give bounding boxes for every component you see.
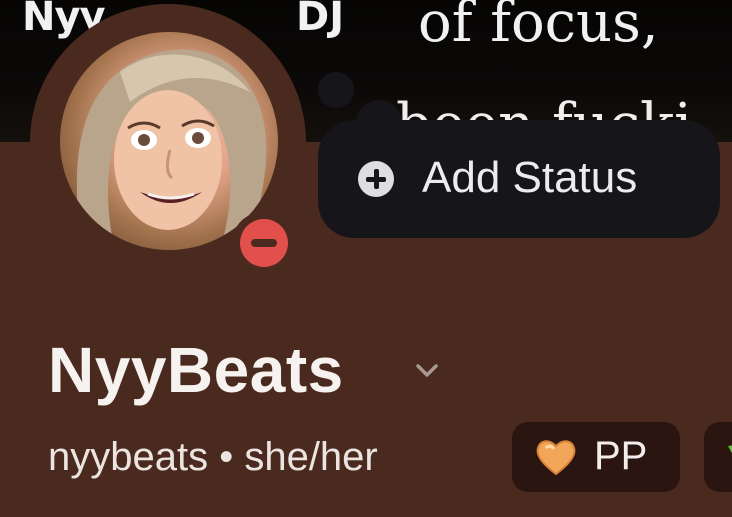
plus-circle-icon bbox=[358, 161, 394, 197]
thought-bubble-small bbox=[318, 72, 354, 108]
display-name: NyyBeats bbox=[48, 334, 344, 406]
heart-icon bbox=[536, 440, 576, 476]
do-not-disturb-icon bbox=[240, 219, 288, 267]
server-tag-label: PP bbox=[594, 434, 648, 478]
banner-text: DJ bbox=[296, 0, 345, 40]
banner-text: of focus, bbox=[418, 0, 659, 55]
username-pronouns: nyybeats • she/her bbox=[48, 435, 378, 479]
add-status-label: Add Status bbox=[422, 153, 638, 202]
add-status-button[interactable]: Add Status bbox=[318, 120, 720, 238]
server-tag[interactable] bbox=[704, 422, 732, 492]
server-tag[interactable]: PP bbox=[512, 422, 680, 492]
leaf-icon bbox=[728, 445, 732, 454]
chevron-down-icon[interactable] bbox=[412, 355, 442, 385]
